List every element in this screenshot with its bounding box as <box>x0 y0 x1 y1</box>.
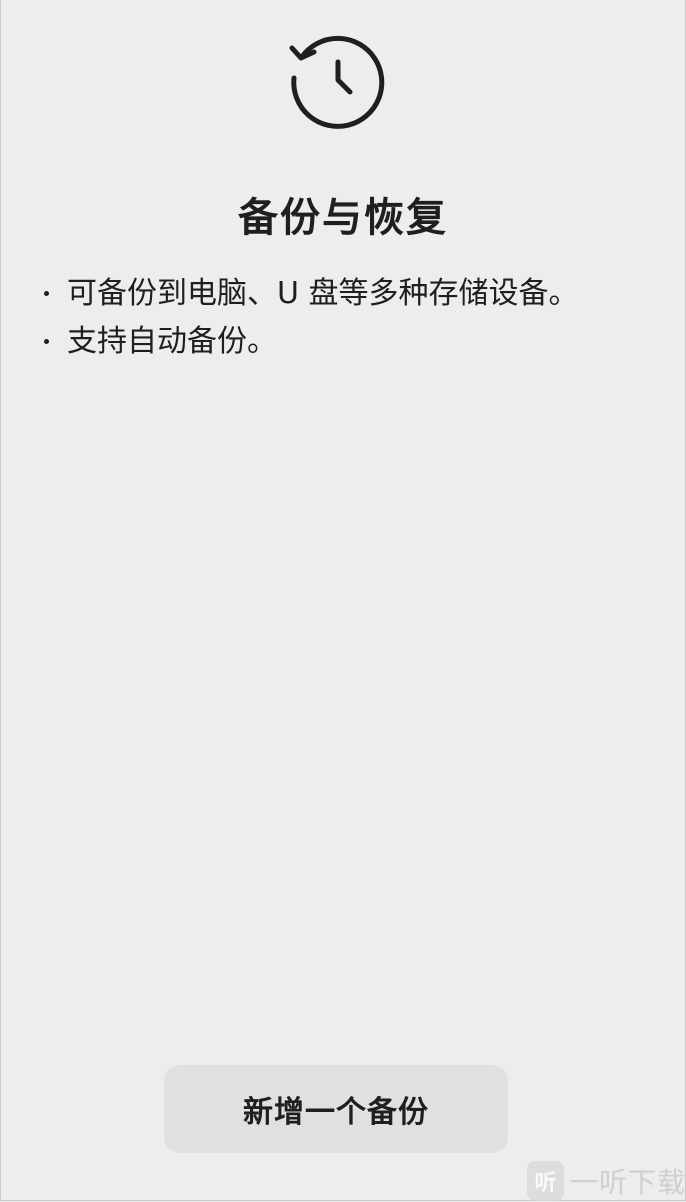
feature-list: 可备份到电脑、U 盘等多种存储设备。 支持自动备份。 <box>40 270 680 366</box>
feature-text: 支持自动备份。 <box>67 324 277 359</box>
screen-frame <box>0 0 686 1201</box>
list-item: 可备份到电脑、U 盘等多种存储设备。 <box>40 270 680 318</box>
list-item: 支持自动备份。 <box>40 318 680 366</box>
watermark: 听 一听下载 <box>527 1160 686 1202</box>
watermark-logo-icon: 听 <box>527 1161 564 1201</box>
add-backup-button[interactable]: 新增一个备份 <box>164 1065 508 1153</box>
history-clock-icon <box>286 26 390 130</box>
bullet-icon <box>44 339 49 344</box>
page-title: 备份与恢复 <box>238 195 448 241</box>
watermark-text: 一听下载 <box>569 1166 686 1199</box>
bullet-icon <box>44 291 49 296</box>
feature-text: 可备份到电脑、U 盘等多种存储设备。 <box>67 276 579 311</box>
